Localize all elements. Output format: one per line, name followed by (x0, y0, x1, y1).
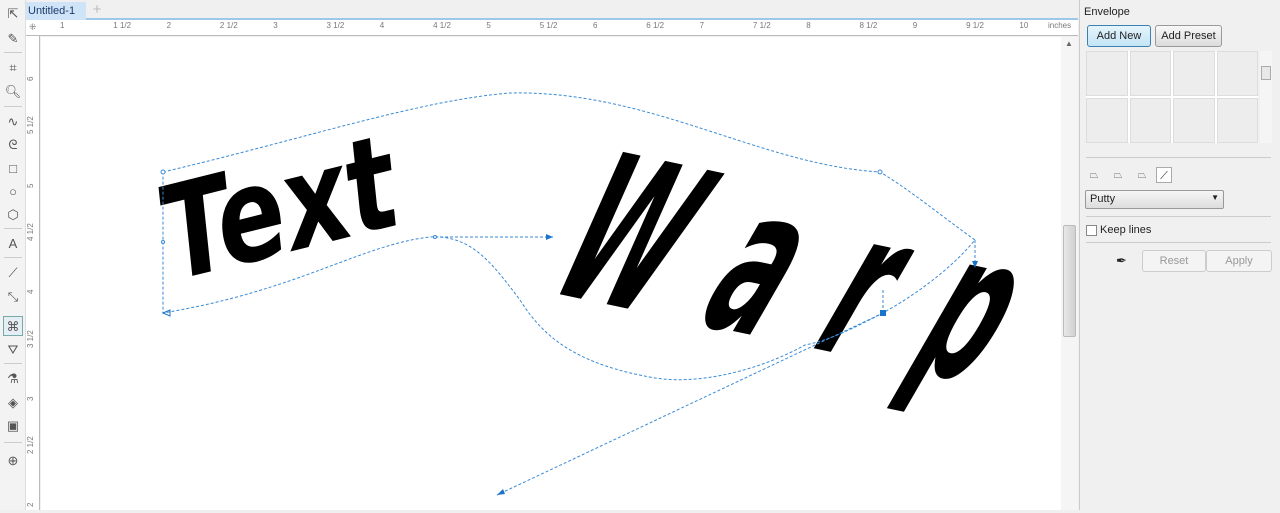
eyedropper-tool-icon[interactable]: ⚗ (3, 369, 23, 389)
ruler-label: 5 (486, 21, 491, 30)
pick-tool-icon[interactable]: ⇱ (3, 4, 23, 24)
preset-cell[interactable] (1173, 98, 1215, 143)
keep-lines-checkbox[interactable]: Keep lines (1086, 224, 1151, 236)
envelope-tool-icon[interactable]: ⌘ (3, 316, 23, 336)
preset-cell[interactable] (1129, 51, 1171, 96)
envelope-docker: Envelope Add New Add Preset ⏢ ⏢ ⏢ ⟋ Putt… (1079, 0, 1280, 510)
text-tool-icon[interactable]: A (3, 234, 23, 254)
artistic-media-icon[interactable]: ᘓ (3, 135, 23, 155)
ellipse-tool-icon[interactable]: ○ (3, 182, 23, 202)
tab-untitled-1[interactable]: Untitled-1 (26, 2, 86, 20)
apply-button[interactable]: Apply (1206, 250, 1272, 272)
ruler-label: 7 (699, 21, 705, 30)
reset-button[interactable]: Reset (1142, 250, 1206, 272)
eyedropper-icon[interactable]: ✒ (1116, 253, 1127, 269)
ruler-label: 8 1/2 (859, 21, 878, 30)
zoom-tool-icon[interactable]: 🔍︎ (3, 82, 23, 102)
ruler-label: 6 (26, 76, 35, 81)
toolbox: ⇱ ✎ ⌗ 🔍︎ ∿ ᘓ □ ○ ⬡ A ⟋ ⤡ ⌘ ⛛ ⚗ ◈ ▣ ⊕ (0, 0, 26, 510)
add-preset-button[interactable]: Add Preset (1155, 25, 1222, 47)
ruler-label: 1 (60, 21, 65, 30)
preset-scrollbar[interactable] (1260, 51, 1272, 143)
ruler-origin-icon[interactable]: ⁜ (29, 22, 37, 33)
ruler-label: 6 (593, 21, 598, 30)
ruler-label: 5 1/2 (539, 21, 558, 30)
ruler-label: 2 (166, 21, 172, 30)
ruler-label: 7 1/2 (752, 21, 771, 30)
ruler-label: 3 1/2 (326, 21, 345, 30)
rectangle-tool-icon[interactable]: □ (3, 159, 23, 179)
ruler-label: 5 1/2 (26, 116, 35, 135)
fill-tool-icon[interactable]: ◈ (3, 393, 23, 413)
warped-text[interactable]: Text Warp (155, 103, 1072, 428)
scroll-up-icon[interactable]: ▲ (1065, 39, 1073, 48)
ruler-label: 2 (26, 502, 35, 508)
single-arc-mode-icon[interactable]: ⏢ (1110, 167, 1126, 183)
ruler-label: 4 1/2 (433, 21, 451, 30)
preset-cell[interactable] (1216, 51, 1258, 96)
polygon-tool-icon[interactable]: ⬡ (3, 205, 23, 225)
vertical-ruler[interactable]: 6 5 1/2 5 4 1/2 4 3 1/2 3 2 1/2 2 (26, 36, 40, 510)
selected-node (880, 310, 886, 316)
preset-cell[interactable] (1216, 98, 1258, 143)
text-word-text: Text (155, 103, 402, 313)
preset-cell[interactable] (1086, 51, 1128, 96)
ruler-label: 3 (273, 21, 278, 30)
ruler-label: 3 (26, 396, 35, 401)
unconstrained-mode-icon[interactable]: ⟋ (1156, 167, 1172, 183)
transparency-tool-icon[interactable]: ⛛ (3, 340, 23, 360)
shape-tool-icon[interactable]: ✎ (3, 29, 23, 49)
ruler-label: 4 (379, 21, 385, 30)
add-tool-icon[interactable]: ⊕ (3, 451, 23, 471)
straight-line-mode-icon[interactable]: ⏢ (1086, 167, 1102, 183)
document-tabs: Untitled-1 + (26, 0, 1078, 20)
ruler-label: 5 (26, 183, 35, 188)
ruler-label: 8 (806, 21, 811, 30)
ruler-label: 1 1/2 (113, 21, 132, 30)
mapping-mode-value: Putty (1090, 193, 1116, 205)
connector-tool-icon[interactable]: ⤡ (3, 287, 23, 307)
add-tab-button[interactable]: + (88, 2, 106, 18)
mapping-mode-select[interactable]: Putty ▼ (1085, 190, 1224, 209)
crop-tool-icon[interactable]: ⌗ (3, 58, 23, 78)
artwork: Text Warp (155, 92, 1072, 496)
preset-grid (1086, 51, 1258, 143)
preset-cell[interactable] (1129, 98, 1171, 143)
horizontal-ruler[interactable]: ⁜ 1 1 1/2 2 2 1/2 3 3 1/2 4 4 1/2 5 5 1/2 6 6 1/2 7 7… (26, 20, 1078, 36)
ruler-label: 2 1/2 (219, 21, 238, 30)
ruler-label: 10 (1019, 21, 1029, 30)
scrollbar-thumb[interactable] (1063, 225, 1076, 337)
chevron-down-icon: ▼ (1211, 193, 1219, 202)
drawing-canvas[interactable]: Text Warp (41, 37, 1072, 510)
checkbox-box[interactable] (1086, 224, 1097, 236)
preset-cell[interactable] (1173, 51, 1215, 96)
smart-fill-icon[interactable]: ▣ (3, 416, 23, 436)
ruler-label: 9 (912, 21, 918, 30)
ruler-label: 9 1/2 (966, 21, 984, 30)
preset-cell[interactable] (1086, 98, 1128, 143)
text-word-warp: Warp (514, 115, 1061, 428)
panel-title: Envelope (1084, 6, 1130, 18)
keep-lines-label: Keep lines (1100, 224, 1152, 236)
ruler-label: 2 1/2 (26, 436, 35, 455)
dimension-tool-icon[interactable]: ⟋ (3, 263, 23, 283)
ruler-label: 4 1/2 (26, 223, 35, 241)
double-arc-mode-icon[interactable]: ⏢ (1134, 167, 1150, 183)
add-new-button[interactable]: Add New (1087, 25, 1151, 47)
ruler-label: 6 1/2 (646, 21, 665, 30)
ruler-label: 3 1/2 (26, 329, 35, 348)
freehand-tool-icon[interactable]: ∿ (3, 112, 23, 132)
ruler-label: 4 (26, 289, 35, 295)
vertical-scrollbar[interactable]: ▲ (1061, 37, 1078, 510)
ruler-units: inches (1048, 21, 1072, 30)
